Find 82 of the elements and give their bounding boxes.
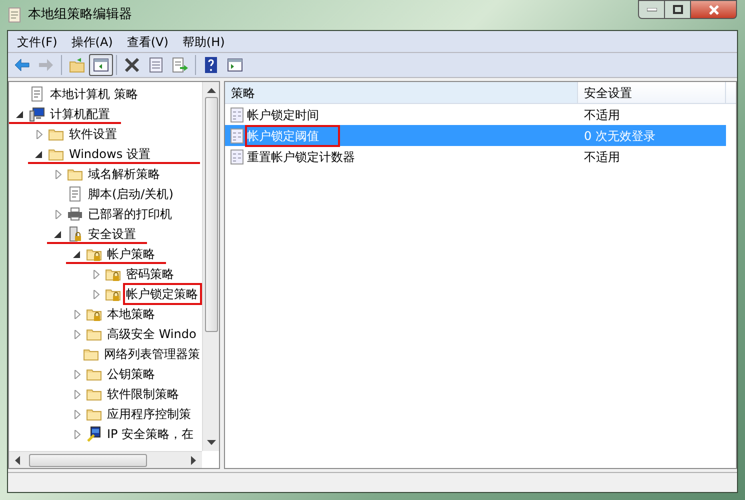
show-action-pane-icon	[227, 57, 243, 73]
folder-up-icon	[69, 57, 85, 73]
table-cell-text: 不适用	[583, 106, 621, 124]
collapsed-arrow-icon[interactable]	[54, 210, 62, 218]
menu-item[interactable]: 查看(V)	[122, 32, 174, 50]
table-cell: 帐户锁定阈值	[246, 126, 339, 146]
close-icon	[708, 4, 720, 14]
collapsed-arrow-icon[interactable]	[72, 430, 82, 438]
help-icon	[203, 57, 219, 73]
export-list-icon	[172, 57, 188, 73]
scroll-down-icon[interactable]	[206, 440, 216, 446]
vertical-scrollbar[interactable]	[202, 82, 219, 451]
scroll-thumb[interactable]	[29, 454, 147, 466]
collapsed-arrow-icon[interactable]	[72, 410, 82, 418]
table-row[interactable]: 重置帐户锁定计数器 不适用	[225, 146, 726, 167]
show-tree-button[interactable]	[89, 54, 113, 76]
tree-item[interactable]: 高级安全 Windo	[105, 325, 198, 343]
table-cell-text: 0 次无效登录	[583, 128, 656, 144]
policy-icon	[230, 106, 244, 122]
expanded-arrow-icon[interactable]	[34, 150, 44, 158]
scroll-left-icon[interactable]	[14, 456, 20, 464]
menu-item[interactable]: 文件(F)	[12, 32, 62, 50]
back-arrow-icon	[14, 57, 30, 73]
tree-item[interactable]: Windows 设置	[67, 145, 152, 163]
tree-item[interactable]: 本地计算机 策略	[48, 85, 140, 103]
tree-item[interactable]: 软件限制策略	[105, 385, 181, 403]
forward-arrow-icon	[38, 57, 54, 73]
tree-item[interactable]: 帐户锁定策略	[124, 284, 201, 304]
collapsed-arrow-icon[interactable]	[92, 290, 100, 298]
close-button[interactable]	[691, 0, 737, 19]
document-icon	[67, 186, 83, 202]
horizontal-scrollbar[interactable]	[9, 451, 202, 468]
menu-item[interactable]: 帮助(H)	[177, 32, 230, 50]
expanded-arrow-icon[interactable]	[72, 250, 82, 258]
tree-item[interactable]: 脚本(启动/关机)	[86, 185, 176, 203]
expanded-arrow-icon[interactable]	[54, 230, 62, 238]
collapsed-arrow-icon[interactable]	[54, 170, 62, 178]
tree-item[interactable]: 网络列表管理器策	[102, 345, 202, 363]
scroll-right-icon[interactable]	[191, 456, 197, 464]
scroll-icon	[6, 7, 22, 23]
tree-item[interactable]: 软件设置	[67, 125, 119, 143]
collapsed-arrow-icon[interactable]	[72, 370, 82, 378]
collapsed-arrow-icon[interactable]	[34, 130, 44, 138]
table-row[interactable]: 帐户锁定时间 不适用	[225, 104, 726, 125]
minimize-button[interactable]	[638, 0, 665, 19]
collapsed-arrow-icon[interactable]	[72, 310, 82, 318]
window-title: 本地组策略编辑器	[28, 6, 132, 24]
policy-icon	[230, 128, 244, 144]
tree-item[interactable]: 已部署的打印机	[86, 205, 174, 223]
printer-icon	[67, 206, 83, 222]
tree-item[interactable]: 安全设置	[86, 225, 138, 243]
policy-icon	[230, 148, 244, 164]
column-header[interactable]: 策略	[225, 82, 578, 103]
collapsed-arrow-icon[interactable]	[92, 270, 100, 278]
tree-item[interactable]: 域名解析策略	[86, 165, 162, 183]
table-cell-text: 帐户锁定时间	[246, 106, 320, 124]
tree-item[interactable]: 应用程序控制策	[105, 405, 193, 423]
scroll-up-icon[interactable]	[206, 87, 216, 93]
show-tree-icon	[93, 57, 109, 73]
table-cell-text: 不适用	[583, 148, 621, 166]
collapsed-arrow-icon[interactable]	[72, 390, 82, 398]
table-cell-text: 重置帐户锁定计数器	[246, 148, 356, 166]
delete-icon	[124, 57, 140, 73]
document-icon	[29, 86, 45, 102]
scroll-thumb[interactable]	[204, 97, 218, 332]
expanded-arrow-icon[interactable]	[16, 110, 24, 118]
tree-item[interactable]: IP 安全策略，在	[105, 425, 196, 443]
tree-item[interactable]: 计算机配置	[48, 105, 112, 123]
maximize-button[interactable]	[665, 0, 691, 19]
maximize-icon	[672, 5, 682, 14]
tree-item[interactable]: 帐户策略	[105, 245, 157, 263]
tree-item[interactable]: 密码策略	[124, 265, 176, 283]
menu-item[interactable]: 操作(A)	[66, 32, 118, 50]
collapsed-arrow-icon[interactable]	[72, 330, 82, 338]
minimize-icon	[646, 8, 656, 12]
properties-icon	[148, 57, 164, 73]
locked-computer-icon	[67, 226, 83, 242]
tree-item[interactable]: 公钥策略	[105, 365, 157, 383]
column-header[interactable]: 安全设置	[578, 82, 726, 103]
network-key-icon	[86, 426, 102, 442]
computer-icon	[29, 106, 45, 122]
tree-item[interactable]: 本地策略	[105, 305, 157, 323]
